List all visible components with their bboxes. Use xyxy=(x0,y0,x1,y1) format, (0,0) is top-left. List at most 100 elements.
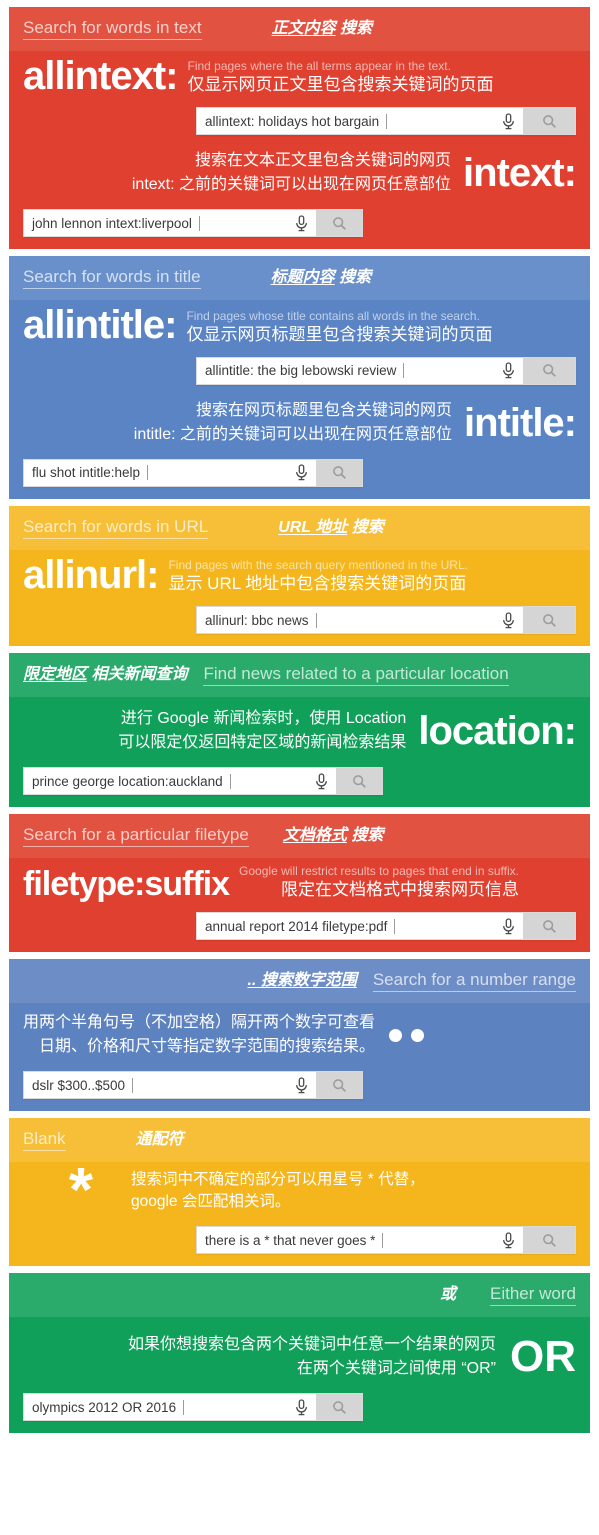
panel-filetype: Search for a particular filetype 文档格式 搜索… xyxy=(9,814,590,953)
header-chinese-label: 正文内容 搜索 xyxy=(271,20,373,37)
search-input-or[interactable]: olympics 2012 OR 2016 xyxy=(24,1394,286,1420)
header-english-label: Search for words in text xyxy=(23,18,202,40)
header-chinese-label: 通配符 xyxy=(135,1131,184,1149)
operator-location: location: xyxy=(418,708,577,753)
search-button-or[interactable] xyxy=(316,1394,362,1421)
search-icon xyxy=(332,466,346,480)
search-input-allintitle[interactable]: allintitle: the big lebowski review xyxy=(197,358,493,384)
description-chinese: 仅显示网页正文里包含搜索关键词的页面 xyxy=(187,75,494,95)
secondary-row-intitle: 搜索在网页标题里包含关键词的网页 intitle: 之前的关键词可以出现在网页任… xyxy=(23,399,577,447)
description-chinese: 限定在文档格式中搜索网页信息 xyxy=(280,880,519,900)
panel-header-wildcard: Blank 通配符 xyxy=(9,1118,590,1163)
panel-location: 限定地区 相关新闻查询 Find news related to a parti… xyxy=(9,653,590,808)
text-caret xyxy=(183,1399,185,1415)
search-input-intitle[interactable]: flu shot intitle:help xyxy=(24,460,286,486)
search-button-allinurl[interactable] xyxy=(523,607,575,634)
panel-header-or: 或 Either word xyxy=(9,1273,590,1318)
header-english-label: Either word xyxy=(490,1284,576,1307)
description-chinese: 仅显示网页标题里包含搜索关键词的页面 xyxy=(186,324,493,344)
search-box-allinurl[interactable]: allinurl: bbc news xyxy=(196,606,576,635)
search-box-or[interactable]: olympics 2012 OR 2016 xyxy=(23,1393,363,1422)
microphone-icon[interactable] xyxy=(286,460,316,486)
search-box-allintitle[interactable]: allintitle: the big lebowski review xyxy=(196,356,576,385)
text-caret xyxy=(132,1077,134,1093)
search-row-intitle: flu shot intitle:help xyxy=(23,458,576,487)
panel-header-number-range: .. 搜索数字范围 Search for a number range xyxy=(9,959,590,1004)
search-row-allintitle: allintitle: the big lebowski review xyxy=(23,356,576,385)
microphone-icon[interactable] xyxy=(493,1227,523,1253)
asterisk-icon: * xyxy=(68,1156,94,1226)
search-row-allinurl: allinurl: bbc news xyxy=(23,606,576,635)
search-button-location[interactable] xyxy=(336,768,382,795)
search-button-wildcard[interactable] xyxy=(523,1227,575,1254)
text-caret xyxy=(198,215,200,231)
search-row-filetype: annual report 2014 filetype:pdf xyxy=(23,912,576,941)
search-button-allintext[interactable] xyxy=(523,108,575,135)
search-button-allintitle[interactable] xyxy=(523,357,575,384)
secondary-row-intext: 搜索在文本正文里包含关键词的网页 intext: 之前的关键词可以出现在网页任意… xyxy=(23,149,577,197)
search-box-intitle[interactable]: flu shot intitle:help xyxy=(23,458,363,487)
microphone-icon[interactable] xyxy=(306,768,336,794)
operator-allintext: allintext: xyxy=(23,54,178,98)
panel-header-location: 限定地区 相关新闻查询 Find news related to a parti… xyxy=(9,653,590,698)
search-button-number-range[interactable] xyxy=(316,1072,362,1099)
header-chinese-label: 标题内容 搜索 xyxy=(270,269,372,287)
search-button-intext[interactable] xyxy=(316,210,362,237)
operator-intitle: intitle: xyxy=(464,400,577,445)
text-caret xyxy=(403,363,405,379)
search-box-filetype[interactable]: annual report 2014 filetype:pdf xyxy=(196,912,576,941)
search-input-number-range[interactable]: dslr $300..$500 xyxy=(24,1072,286,1098)
microphone-icon[interactable] xyxy=(286,210,316,236)
search-input-intext[interactable]: john lennon intext:liverpool xyxy=(24,210,286,236)
search-input-allintext[interactable]: allintext: holidays hot bargain xyxy=(197,108,493,134)
text-caret xyxy=(147,465,149,481)
search-input-wildcard[interactable]: there is a * that never goes * xyxy=(197,1227,493,1253)
search-button-intitle[interactable] xyxy=(316,459,362,486)
description-allintitle: Find pages whose title contains all word… xyxy=(186,309,492,345)
header-chinese-label: URL 地址 搜索 xyxy=(278,518,384,536)
search-box-number-range[interactable]: dslr $300..$500 xyxy=(23,1071,363,1100)
panel-body-allintext: allintext: Find pages where the all term… xyxy=(9,51,590,249)
operator-or: OR xyxy=(510,1332,576,1382)
operator-row-allinurl: allinurl: Find pages with the search que… xyxy=(23,555,576,595)
search-row-wildcard: there is a * that never goes * xyxy=(23,1226,576,1255)
search-input-filetype[interactable]: annual report 2014 filetype:pdf xyxy=(197,913,493,939)
search-row-allintext: allintext: holidays hot bargain xyxy=(23,107,576,136)
secondary-description-intext: 搜索在文本正文里包含关键词的网页 intext: 之前的关键词可以出现在网页任意… xyxy=(131,152,451,194)
header-chinese-label: 文档格式 搜索 xyxy=(282,827,384,845)
header-english-label: Search for a number range xyxy=(372,970,576,993)
microphone-icon[interactable] xyxy=(286,1394,316,1420)
panel-body-allintitle: allintitle: Find pages whose title conta… xyxy=(9,300,590,498)
text-caret xyxy=(386,113,388,129)
microphone-icon[interactable] xyxy=(493,108,523,134)
operator-row-allintext: allintext: Find pages where the all term… xyxy=(23,54,576,98)
header-english-label: Search for words in URL xyxy=(23,517,209,539)
search-button-filetype[interactable] xyxy=(523,913,575,940)
microphone-icon[interactable] xyxy=(493,607,523,633)
search-input-allinurl[interactable]: allinurl: bbc news xyxy=(197,607,493,633)
description-allintext: Find pages where the all terms appear in… xyxy=(187,59,493,95)
search-row-location: prince george location:auckland xyxy=(23,767,576,796)
search-box-allintext[interactable]: allintext: holidays hot bargain xyxy=(196,107,576,136)
operator-allintitle: allintitle: xyxy=(23,303,177,348)
microphone-icon[interactable] xyxy=(286,1072,316,1098)
search-icon xyxy=(542,919,556,933)
text-caret xyxy=(394,918,396,934)
header-chinese-label: .. 搜索数字范围 xyxy=(247,972,357,990)
panel-body-or: 如果你想搜索包含两个关键词中任意一个结果的网页 在两个关键词之间使用 “OR” … xyxy=(9,1317,590,1433)
panel-header-allintitle: Search for words in title 标题内容 搜索 xyxy=(9,256,590,301)
range-dots xyxy=(389,1028,425,1042)
search-box-intext[interactable]: john lennon intext:liverpool xyxy=(23,209,363,238)
description-wildcard: 搜索词中不确定的部分可以用星号 * 代替， google 会匹配相关词。 xyxy=(131,1171,425,1211)
header-english-label: Blank xyxy=(23,1129,66,1152)
search-box-location[interactable]: prince george location:auckland xyxy=(23,767,383,796)
microphone-icon[interactable] xyxy=(493,913,523,939)
search-input-location[interactable]: prince george location:auckland xyxy=(24,768,306,794)
search-box-wildcard[interactable]: there is a * that never goes * xyxy=(196,1226,576,1255)
dot-icon xyxy=(411,1028,425,1042)
microphone-icon[interactable] xyxy=(493,358,523,384)
search-icon xyxy=(542,114,556,128)
text-caret xyxy=(382,1232,384,1248)
header-english-label: Find news related to a particular locati… xyxy=(203,664,509,687)
panel-body-number-range: 用两个半角句号（不加空格）隔开两个数字可查看 日期、价格和尺寸等指定数字范围的搜… xyxy=(9,1003,590,1111)
